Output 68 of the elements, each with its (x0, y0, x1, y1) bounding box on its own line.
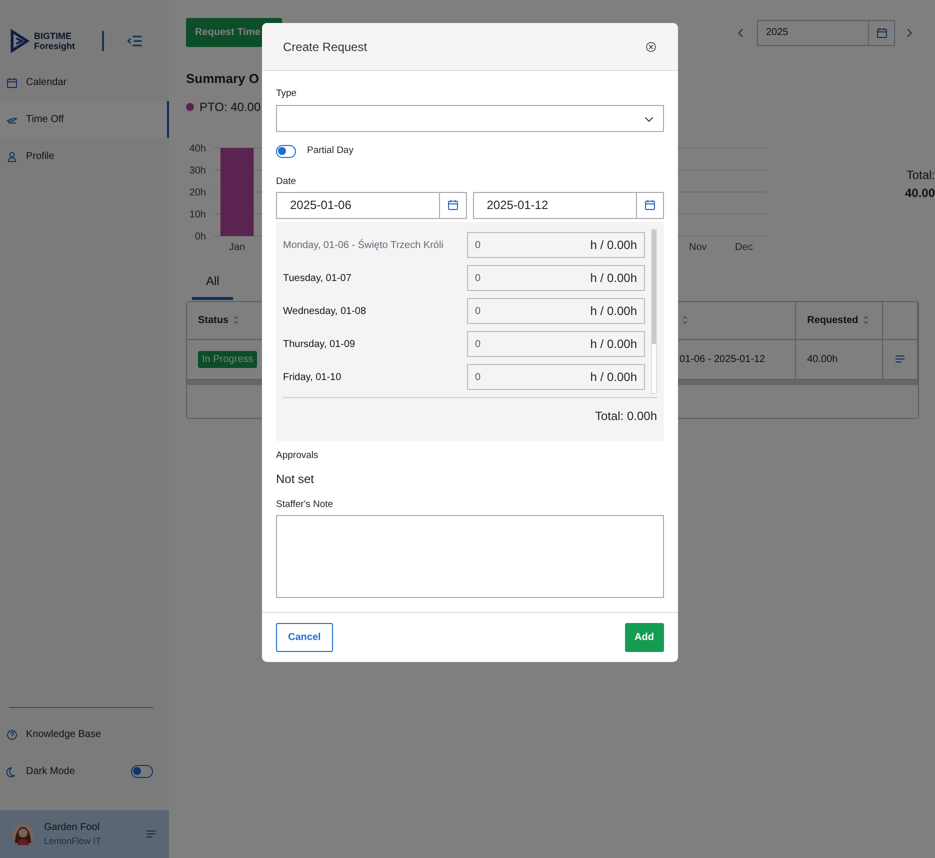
dark-mode-label: Dark Mode (26, 765, 75, 779)
dialog-title: Create Request (283, 38, 368, 56)
calendar-icon (6, 76, 18, 88)
note-field[interactable] (276, 514, 664, 598)
year-field[interactable]: 2025 (757, 20, 895, 46)
avatar (12, 823, 34, 845)
x-tick-label: Jan (228, 242, 246, 252)
moon-icon (6, 766, 18, 778)
y-tick-label: 40h (189, 143, 206, 154)
days-total: Total: 0.00h (594, 408, 657, 423)
legend-dot (186, 102, 194, 110)
summary-title: Summary O (186, 70, 260, 88)
hours-field[interactable]: 0 h / 0.00h (467, 232, 645, 258)
field-label: Staffer's Note (276, 498, 334, 512)
total-label: Total: (905, 166, 935, 184)
field-label: Type (276, 87, 298, 101)
close-icon[interactable] (645, 40, 657, 52)
user-name: Garden Fool (44, 820, 101, 835)
person-icon (6, 150, 18, 162)
field-label: Approvals (276, 449, 320, 464)
total-value: 40.00 (904, 184, 935, 202)
calendar-icon[interactable] (447, 199, 460, 212)
help-icon (6, 728, 18, 740)
hours-field[interactable]: 0 h / 0.00h (467, 265, 645, 292)
calendar-icon[interactable] (876, 26, 888, 38)
cancel-button[interactable]: Cancel (276, 622, 333, 652)
y-tick-label: 10h (189, 209, 206, 220)
menu-icon[interactable] (894, 353, 906, 366)
legend-label: PTO: 40.00 (200, 98, 261, 116)
y-tick-label: 30h (189, 165, 206, 176)
partial-day-toggle[interactable] (276, 144, 296, 158)
logo-icon (8, 28, 30, 54)
logo-text: Foresight (34, 41, 76, 51)
calendar-icon[interactable] (644, 199, 656, 212)
add-button[interactable]: Add (624, 622, 664, 652)
column-header[interactable]: Requested (807, 312, 858, 328)
sidebar-item[interactable]: Calendar (0, 64, 169, 101)
day-label: Thursday, 01-09 (283, 338, 356, 352)
hours-field[interactable]: 0 h / 0.00h (467, 331, 645, 358)
end-date-field[interactable]: 2025-01-12 (472, 192, 664, 219)
sidebar-item[interactable]: Profile (0, 138, 169, 175)
hours-field[interactable]: 0 h / 0.00h (467, 298, 645, 324)
scrollbar[interactable] (651, 228, 657, 394)
logo-text: BIGTIME (34, 31, 72, 41)
company-name: LemonFlow IT (44, 834, 102, 848)
sort-icon[interactable] (861, 314, 871, 326)
type-select[interactable] (276, 105, 664, 132)
day-label: Friday, 01-10 (283, 370, 342, 385)
knowledge-base-link[interactable]: Knowledge Base (0, 716, 169, 753)
day-label: Wednesday, 01-08 (283, 304, 366, 319)
day-label: Tuesday, 01-07 (283, 272, 352, 286)
column-header[interactable]: Status (198, 312, 229, 328)
day-label: Monday, 01-06 - Święto Trzech Króli (283, 238, 444, 253)
status-badge: In Progress (198, 351, 258, 368)
dark-mode-toggle[interactable] (131, 765, 153, 778)
sidebar-item[interactable]: Time Off (0, 101, 169, 138)
x-tick-label: Nov (688, 242, 707, 252)
y-tick-label: 0h (194, 231, 206, 242)
hours-field[interactable]: 0 h / 0.00h (467, 364, 645, 390)
table-cell: 01-06 - 2025-01-12 (680, 354, 766, 365)
table-cell: 40.00h (807, 354, 838, 365)
partial-day-label: Partial Day (307, 144, 354, 158)
field-label: Date (276, 174, 298, 188)
approvals-value: Not set (276, 470, 316, 488)
start-date-field[interactable]: 2025-01-06 (276, 192, 468, 219)
menu-icon[interactable] (145, 828, 157, 840)
x-tick-label: Dec (735, 242, 753, 252)
y-tick-label: 20h (189, 187, 206, 198)
